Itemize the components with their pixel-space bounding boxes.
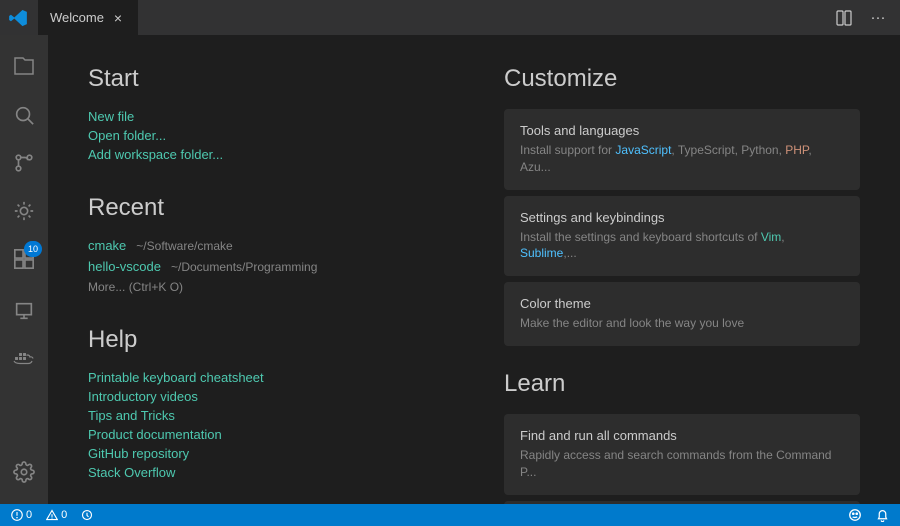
keyboard-link[interactable]: Printable keyboard cheatsheet bbox=[88, 370, 444, 385]
recent-cmake-link[interactable]: cmake bbox=[88, 238, 126, 253]
activity-item-docker[interactable] bbox=[0, 335, 48, 383]
content-area: Start New file Open folder... Add worksp… bbox=[48, 35, 900, 504]
javascript-highlight: JavaScript bbox=[615, 143, 671, 157]
extensions-badge: 10 bbox=[24, 241, 42, 257]
github-link[interactable]: GitHub repository bbox=[88, 446, 444, 461]
customize-title: Customize bbox=[504, 65, 860, 93]
status-bell[interactable] bbox=[873, 504, 892, 526]
more-label: More... bbox=[88, 280, 125, 294]
status-errors[interactable]: 0 bbox=[8, 504, 35, 526]
learn-title: Learn bbox=[504, 370, 860, 398]
tools-card-title: Tools and languages bbox=[520, 123, 844, 138]
docs-link[interactable]: Product documentation bbox=[88, 427, 444, 442]
activity-item-remote[interactable] bbox=[0, 287, 48, 335]
activity-item-debug[interactable] bbox=[0, 187, 48, 235]
intro-videos-link[interactable]: Introductory videos bbox=[88, 389, 444, 404]
recent-title: Recent bbox=[88, 194, 444, 222]
split-editor-button[interactable] bbox=[830, 4, 858, 32]
activity-bar: 10 bbox=[0, 35, 48, 504]
recent-hello-path: ~/Documents/Programming bbox=[171, 260, 317, 274]
settings-card-desc: Install the settings and keyboard shortc… bbox=[520, 229, 844, 263]
tab-area: Welcome × bbox=[38, 0, 138, 35]
title-bar-left: Welcome × bbox=[0, 0, 138, 35]
stackoverflow-link[interactable]: Stack Overflow bbox=[88, 465, 444, 480]
recent-item-hello-vscode: hello-vscode ~/Documents/Programming bbox=[88, 259, 444, 274]
color-theme-title: Color theme bbox=[520, 296, 844, 311]
start-title: Start bbox=[88, 65, 444, 93]
right-column: Customize Tools and languages Install su… bbox=[504, 65, 860, 474]
vim-highlight: Vim bbox=[761, 230, 781, 244]
new-file-link[interactable]: New file bbox=[88, 109, 444, 124]
start-section: Start New file Open folder... Add worksp… bbox=[88, 65, 444, 162]
recent-item-cmake: cmake ~/Software/cmake bbox=[88, 238, 444, 253]
find-commands-card[interactable]: Find and run all commands Rapidly access… bbox=[504, 414, 860, 495]
tab-close-button[interactable]: × bbox=[110, 10, 126, 26]
status-bar: 0 0 bbox=[0, 504, 900, 526]
add-workspace-link[interactable]: Add workspace folder... bbox=[88, 147, 444, 162]
status-smiley[interactable] bbox=[845, 504, 865, 526]
tools-card-desc: Install support for JavaScript, TypeScri… bbox=[520, 142, 844, 176]
warning-count: 0 bbox=[61, 509, 67, 521]
title-bar: Welcome × ··· bbox=[0, 0, 900, 35]
status-warnings[interactable]: 0 bbox=[43, 504, 70, 526]
recent-hello-link[interactable]: hello-vscode bbox=[88, 259, 161, 274]
activity-item-search[interactable] bbox=[0, 91, 48, 139]
find-commands-title: Find and run all commands bbox=[520, 428, 844, 443]
tab-label: Welcome bbox=[50, 10, 104, 25]
more-shortcut: (Ctrl+K O) bbox=[129, 280, 183, 294]
status-bar-right bbox=[845, 504, 892, 526]
open-folder-link[interactable]: Open folder... bbox=[88, 128, 444, 143]
settings-card-title: Settings and keybindings bbox=[520, 210, 844, 225]
activity-item-settings[interactable] bbox=[0, 448, 48, 496]
settings-keybindings-card[interactable]: Settings and keybindings Install the set… bbox=[504, 196, 860, 277]
left-column: Start New file Open folder... Add worksp… bbox=[88, 65, 444, 474]
customize-section: Customize Tools and languages Install su… bbox=[504, 65, 860, 346]
status-bar-left: 0 0 bbox=[8, 504, 96, 526]
main-layout: 10 bbox=[0, 35, 900, 504]
tips-tricks-link[interactable]: Tips and Tricks bbox=[88, 408, 444, 423]
vscode-logo bbox=[8, 8, 28, 28]
recent-section: Recent cmake ~/Software/cmake hello-vsco… bbox=[88, 194, 444, 294]
learn-section: Learn Find and run all commands Rapidly … bbox=[504, 370, 860, 504]
help-section: Help Printable keyboard cheatsheet Intro… bbox=[88, 326, 444, 480]
more-actions-button[interactable]: ··· bbox=[864, 4, 892, 32]
activity-bar-bottom bbox=[0, 448, 48, 504]
status-clock[interactable] bbox=[78, 504, 96, 526]
more-link[interactable]: More... (Ctrl+K O) bbox=[88, 280, 444, 294]
color-theme-card[interactable]: Color theme Make the editor and look the… bbox=[504, 282, 860, 346]
error-count: 0 bbox=[26, 509, 32, 521]
sublime-highlight: Sublime bbox=[520, 246, 563, 260]
activity-item-extensions[interactable]: 10 bbox=[0, 235, 48, 283]
activity-item-explorer[interactable] bbox=[0, 43, 48, 91]
title-bar-right: ··· bbox=[830, 4, 900, 32]
find-commands-desc: Rapidly access and search commands from … bbox=[520, 447, 844, 481]
color-theme-desc: Make the editor and look the way you lov… bbox=[520, 315, 844, 332]
help-title: Help bbox=[88, 326, 444, 354]
tools-languages-card[interactable]: Tools and languages Install support for … bbox=[504, 109, 860, 190]
welcome-tab[interactable]: Welcome × bbox=[38, 0, 138, 35]
welcome-page: Start New file Open folder... Add worksp… bbox=[48, 35, 900, 504]
activity-item-source-control[interactable] bbox=[0, 139, 48, 187]
recent-cmake-path: ~/Software/cmake bbox=[136, 239, 232, 253]
php-highlight: PHP bbox=[785, 143, 808, 157]
